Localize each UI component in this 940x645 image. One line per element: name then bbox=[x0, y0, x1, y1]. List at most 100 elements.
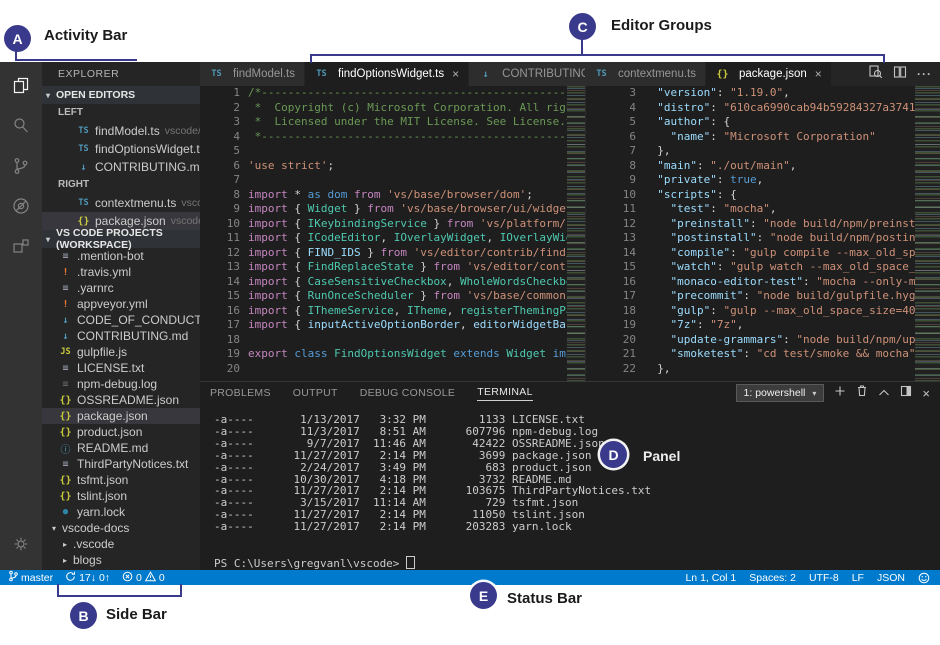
explorer-icon[interactable] bbox=[0, 66, 42, 106]
file-item[interactable]: {}OSSREADME.json bbox=[42, 392, 200, 408]
code-line: 18 "gulp": "gulp --max_old_space_size=40… bbox=[586, 304, 940, 319]
file-item[interactable]: {}package.json bbox=[42, 408, 200, 424]
indentation[interactable]: Spaces: 2 bbox=[749, 572, 796, 584]
panel-tab-problems[interactable]: PROBLEMS bbox=[210, 387, 271, 399]
code-text: *---------------------------------------… bbox=[248, 130, 585, 145]
tab-package.json[interactable]: {} package.json × bbox=[706, 62, 832, 86]
code-line: 20 bbox=[200, 362, 585, 377]
code-text: }, bbox=[644, 362, 671, 377]
json-file-icon: {} bbox=[58, 491, 73, 502]
code-line: 5 bbox=[200, 144, 585, 159]
minimap[interactable] bbox=[567, 86, 585, 381]
code-line: 9 "private": true, bbox=[586, 173, 940, 188]
tab-label: package.json bbox=[739, 68, 807, 80]
file-item[interactable]: ≡npm-debug.log bbox=[42, 376, 200, 392]
extensions-icon[interactable] bbox=[0, 226, 42, 266]
problems-status[interactable]: 0 0 bbox=[122, 571, 165, 585]
split-editor-icon[interactable] bbox=[893, 65, 907, 84]
settings-gear-icon[interactable] bbox=[0, 524, 42, 564]
annotation-b-bracket bbox=[57, 595, 182, 597]
file-item[interactable]: {}tslint.json bbox=[42, 488, 200, 504]
editor-right[interactable]: 3 "version": "1.19.0",4 "distro": "610ca… bbox=[585, 86, 940, 381]
terminal-line: -a---- 11/27/2017 2:14 PM 203283 yarn.lo… bbox=[214, 521, 940, 533]
file-item[interactable]: !appveyor.yml bbox=[42, 296, 200, 312]
file-item[interactable]: {}product.json bbox=[42, 424, 200, 440]
code-text: import { IThemeService, ITheme, register… bbox=[248, 304, 585, 319]
code-text: "distro": "610ca6990cab94b59284327a3741a… bbox=[644, 101, 940, 116]
ts-file-icon: TS bbox=[209, 69, 224, 79]
open-editor-item[interactable]: ↓CONTRIBUTING.mdvscode bbox=[42, 158, 200, 176]
close-icon[interactable]: × bbox=[452, 67, 459, 81]
minimap[interactable] bbox=[915, 86, 940, 381]
debug-icon[interactable] bbox=[0, 186, 42, 226]
open-editors-label: OPEN EDITORS bbox=[56, 89, 135, 101]
file-item[interactable]: ⓘREADME.md bbox=[42, 440, 200, 456]
json-file-icon: {} bbox=[715, 69, 730, 80]
line-number: 13 bbox=[200, 260, 240, 275]
open-editors-header[interactable]: ▾ OPEN EDITORS bbox=[42, 86, 200, 104]
feedback-smiley-icon[interactable] bbox=[918, 572, 930, 584]
branch-status[interactable]: master bbox=[8, 570, 53, 585]
tab-findModel.ts[interactable]: TSfindModel.ts bbox=[200, 62, 305, 86]
tab-contextmenu.ts[interactable]: TScontextmenu.ts bbox=[585, 62, 706, 86]
code-line: 18 bbox=[200, 333, 585, 348]
file-item[interactable]: ≡.yarnrc bbox=[42, 280, 200, 296]
editor-left[interactable]: 1/*-------------------------------------… bbox=[200, 86, 585, 381]
encoding[interactable]: UTF-8 bbox=[809, 572, 839, 584]
close-icon[interactable]: × bbox=[815, 67, 822, 81]
line-number: 7 bbox=[586, 144, 636, 159]
file-item[interactable]: JSgulpfile.js bbox=[42, 344, 200, 360]
source-control-icon[interactable] bbox=[0, 146, 42, 186]
code-text: import * as dom from 'vs/base/browser/do… bbox=[248, 188, 533, 203]
terminal[interactable]: -a---- 1/13/2017 3:32 PM 1133 LICENSE.tx… bbox=[200, 404, 940, 570]
eol-sequence[interactable]: LF bbox=[852, 572, 864, 584]
folder-item[interactable]: ▸.vscode bbox=[42, 536, 200, 552]
code-text: 'use strict'; bbox=[248, 159, 334, 174]
workspace-header[interactable]: ▾ VS CODE PROJECTS (WORKSPACE) bbox=[42, 230, 200, 248]
file-item[interactable]: ≡LICENSE.txt bbox=[42, 360, 200, 376]
folder-item[interactable]: ▸blogs bbox=[42, 552, 200, 568]
file-item[interactable]: ↓CONTRIBUTING.md bbox=[42, 328, 200, 344]
folder-item[interactable]: ▾vscode-docs bbox=[42, 520, 200, 536]
file-item[interactable]: ↓CODE_OF_CONDUCT.md bbox=[42, 312, 200, 328]
panel-tab-debug-console[interactable]: DEBUG CONSOLE bbox=[360, 387, 456, 399]
more-actions-icon[interactable]: ··· bbox=[917, 67, 932, 81]
panel-tab-output[interactable]: OUTPUT bbox=[293, 387, 338, 399]
file-item[interactable]: !.travis.yml bbox=[42, 264, 200, 280]
terminal-select[interactable]: 1: powershell ▾ bbox=[736, 384, 825, 402]
kill-terminal-button[interactable] bbox=[856, 384, 868, 402]
line-number: 8 bbox=[586, 159, 636, 174]
open-editor-item[interactable]: TSfindModel.tsvscode/src/vs/... bbox=[42, 122, 200, 140]
line-number: 21 bbox=[586, 347, 636, 362]
sync-status[interactable]: 17↓ 0↑ bbox=[65, 571, 110, 585]
file-item[interactable]: ≡ThirdPartyNotices.txt bbox=[42, 456, 200, 472]
ts-file-icon: TS bbox=[76, 198, 91, 208]
code-text: "monaco-editor-test": "mocha --only-mona… bbox=[644, 275, 940, 290]
file-item[interactable]: {}tsfmt.json bbox=[42, 472, 200, 488]
file-item[interactable]: ●yarn.lock bbox=[42, 504, 200, 520]
move-panel-button[interactable] bbox=[900, 384, 912, 402]
open-editors-group-label: LEFT bbox=[42, 104, 200, 122]
maximize-panel-button[interactable] bbox=[878, 384, 890, 402]
yml-file-icon: ! bbox=[58, 267, 73, 278]
terminal-line: -a---- 9/7/2017 11:46 AM 42422 OSSREADME… bbox=[214, 438, 940, 450]
list-file-icon: ≡ bbox=[58, 251, 73, 262]
new-terminal-button[interactable] bbox=[834, 384, 846, 402]
line-number: 14 bbox=[586, 246, 636, 261]
terminal-line: -a---- 11/27/2017 2:14 PM 3699 package.j… bbox=[214, 450, 940, 462]
terminal-prompt: PS C:\Users\gregvanl\vscode> bbox=[214, 556, 940, 570]
js-file-icon: JS bbox=[58, 347, 73, 357]
close-panel-button[interactable]: × bbox=[922, 387, 930, 400]
line-number: 18 bbox=[586, 304, 636, 319]
tab-findOptionsWidget.ts[interactable]: TSfindOptionsWidget.ts× bbox=[305, 62, 469, 86]
language-mode[interactable]: JSON bbox=[877, 572, 905, 584]
code-line: 15 "watch": "gulp watch --max_old_space_… bbox=[586, 260, 940, 275]
open-preview-icon[interactable] bbox=[868, 64, 883, 84]
search-icon[interactable] bbox=[0, 106, 42, 146]
panel-tab-terminal[interactable]: TERMINAL bbox=[477, 386, 533, 401]
annotation-e-badge: E bbox=[470, 582, 497, 609]
open-editor-item[interactable]: TSfindOptionsWidget.tsvsco... bbox=[42, 140, 200, 158]
cursor-position[interactable]: Ln 1, Col 1 bbox=[685, 572, 736, 584]
open-editor-item[interactable]: TScontextmenu.tsvscode/src/... bbox=[42, 194, 200, 212]
file-name: npm-debug.log bbox=[77, 377, 157, 391]
